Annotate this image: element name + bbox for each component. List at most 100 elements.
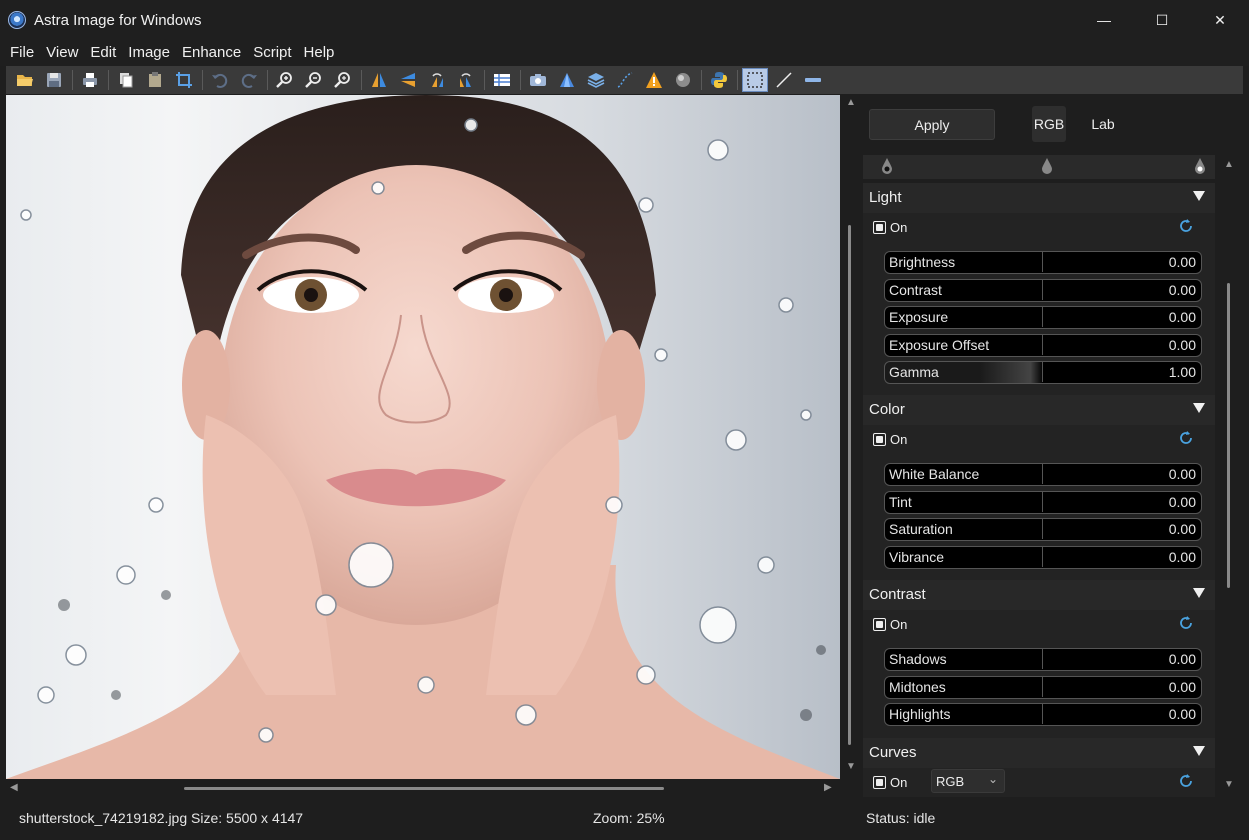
contrast-on-toggle[interactable]: On xyxy=(873,615,907,633)
panel-scroll-thumb[interactable] xyxy=(1227,283,1230,588)
menu-script[interactable]: Script xyxy=(247,40,297,66)
mode-lab-button[interactable]: Lab xyxy=(1088,106,1118,142)
menu-file[interactable]: File xyxy=(4,40,40,66)
print-icon[interactable] xyxy=(77,68,103,92)
image-canvas[interactable] xyxy=(6,95,840,779)
white-point-icon[interactable] xyxy=(1195,158,1205,174)
status-state: Status: idle xyxy=(866,810,936,826)
reset-light-icon[interactable] xyxy=(1178,218,1194,234)
section-color-header[interactable]: Color xyxy=(863,395,1215,425)
line-tool-icon[interactable] xyxy=(771,68,797,92)
section-curves-header[interactable]: Curves xyxy=(863,738,1215,768)
grid-view-icon[interactable] xyxy=(489,68,515,92)
scroll-up-arrow-icon[interactable]: ▲ xyxy=(1224,159,1234,170)
section-light-title: Light xyxy=(869,189,902,206)
color-on-toggle[interactable]: On xyxy=(873,430,907,448)
crop-icon[interactable] xyxy=(171,68,197,92)
checkbox-icon[interactable] xyxy=(873,775,886,789)
slider-contrast[interactable]: Contrast 0.00 xyxy=(884,279,1202,302)
checkbox-icon[interactable] xyxy=(873,432,886,446)
menu-image[interactable]: Image xyxy=(122,40,176,66)
slider-highlights[interactable]: Highlights 0.00 xyxy=(884,703,1202,726)
sphere-icon[interactable] xyxy=(670,68,696,92)
gray-point-icon[interactable] xyxy=(1042,158,1052,174)
section-light-header[interactable]: Light xyxy=(863,183,1215,213)
reset-color-icon[interactable] xyxy=(1178,430,1194,446)
scroll-down-arrow-icon[interactable]: ▼ xyxy=(846,761,856,772)
scroll-left-arrow-icon[interactable]: ◀ xyxy=(10,782,18,793)
slider-gamma[interactable]: Gamma 1.00 xyxy=(884,361,1202,384)
scroll-up-arrow-icon[interactable]: ▲ xyxy=(846,97,856,108)
on-label: On xyxy=(890,616,908,632)
slider-vibrance[interactable]: Vibrance 0.00 xyxy=(884,546,1202,569)
reset-curves-icon[interactable] xyxy=(1178,773,1194,789)
camera-icon[interactable] xyxy=(525,68,551,92)
curves-channel-select[interactable]: RGB ⌄ xyxy=(931,769,1005,793)
zoom-out-icon[interactable] xyxy=(301,68,327,92)
selection-rect-icon[interactable] xyxy=(742,68,768,92)
menu-help[interactable]: Help xyxy=(298,40,341,66)
warning-icon[interactable] xyxy=(641,68,667,92)
menu-bar: File View Edit Image Enhance Script Help xyxy=(0,40,1249,66)
save-icon[interactable] xyxy=(41,68,67,92)
black-point-icon[interactable] xyxy=(882,158,892,174)
canvas-vertical-scrollbar[interactable]: ▲ ▼ xyxy=(842,95,860,779)
canvas-vertical-scroll-thumb[interactable] xyxy=(848,225,851,745)
redo-icon[interactable] xyxy=(236,68,262,92)
app-logo-icon xyxy=(8,11,26,29)
photo-image xyxy=(6,95,840,779)
curve-icon[interactable] xyxy=(612,68,638,92)
chevron-down-icon: ⌄ xyxy=(987,772,998,786)
panel-vertical-scrollbar[interactable]: ▲ ▼ xyxy=(1221,155,1237,797)
menu-view[interactable]: View xyxy=(40,40,84,66)
canvas-horizontal-scroll-thumb[interactable] xyxy=(184,787,664,790)
apply-button[interactable]: Apply xyxy=(869,109,995,140)
zoom-fit-icon[interactable] xyxy=(330,68,356,92)
light-on-toggle[interactable]: On xyxy=(873,218,907,236)
collapse-triangle-icon[interactable] xyxy=(1193,746,1205,756)
undo-icon[interactable] xyxy=(207,68,233,92)
pyramid-icon[interactable] xyxy=(554,68,580,92)
open-folder-icon[interactable] xyxy=(12,68,38,92)
title-bar: Astra Image for Windows — ☐ ✕ xyxy=(0,0,1249,40)
status-zoom: Zoom: 25% xyxy=(593,810,665,826)
maximize-button[interactable]: ☐ xyxy=(1133,0,1191,40)
levels-strip[interactable] xyxy=(863,155,1215,179)
flip-vertical-icon[interactable] xyxy=(395,68,421,92)
paste-icon[interactable] xyxy=(142,68,168,92)
reset-contrast-icon[interactable] xyxy=(1178,615,1194,631)
rotate-left-icon[interactable] xyxy=(424,68,450,92)
collapse-triangle-icon[interactable] xyxy=(1193,191,1205,201)
section-curves-title: Curves xyxy=(869,744,917,761)
slider-white-balance[interactable]: White Balance 0.00 xyxy=(884,463,1202,486)
menu-enhance[interactable]: Enhance xyxy=(176,40,247,66)
rotate-right-icon[interactable] xyxy=(453,68,479,92)
slider-tint[interactable]: Tint 0.00 xyxy=(884,491,1202,514)
scroll-down-arrow-icon[interactable]: ▼ xyxy=(1224,779,1234,790)
section-contrast-header[interactable]: Contrast xyxy=(863,580,1215,610)
slider-saturation[interactable]: Saturation 0.00 xyxy=(884,518,1202,541)
collapse-triangle-icon[interactable] xyxy=(1193,588,1205,598)
menu-edit[interactable]: Edit xyxy=(84,40,122,66)
slider-brightness[interactable]: Brightness 0.00 xyxy=(884,251,1202,274)
collapse-triangle-icon[interactable] xyxy=(1193,403,1205,413)
minimize-button[interactable]: — xyxy=(1075,0,1133,40)
slider-exposure[interactable]: Exposure 0.00 xyxy=(884,306,1202,329)
slider-shadows[interactable]: Shadows 0.00 xyxy=(884,648,1202,671)
checkbox-icon[interactable] xyxy=(873,220,886,234)
on-label: On xyxy=(890,431,908,447)
zoom-in-icon[interactable] xyxy=(272,68,298,92)
layers-icon[interactable] xyxy=(583,68,609,92)
mode-rgb-button[interactable]: RGB xyxy=(1032,106,1066,142)
scroll-right-arrow-icon[interactable]: ▶ xyxy=(824,782,832,793)
close-button[interactable]: ✕ xyxy=(1191,0,1249,40)
copy-icon[interactable] xyxy=(113,68,139,92)
canvas-horizontal-scrollbar[interactable]: ◀ ▶ xyxy=(6,779,840,797)
minus-icon[interactable] xyxy=(800,68,826,92)
checkbox-icon[interactable] xyxy=(873,617,886,631)
flip-horizontal-icon[interactable] xyxy=(366,68,392,92)
curves-on-toggle[interactable]: On xyxy=(873,773,907,791)
slider-midtones[interactable]: Midtones 0.00 xyxy=(884,676,1202,699)
python-icon[interactable] xyxy=(706,68,732,92)
slider-exposure-offset[interactable]: Exposure Offset 0.00 xyxy=(884,334,1202,357)
